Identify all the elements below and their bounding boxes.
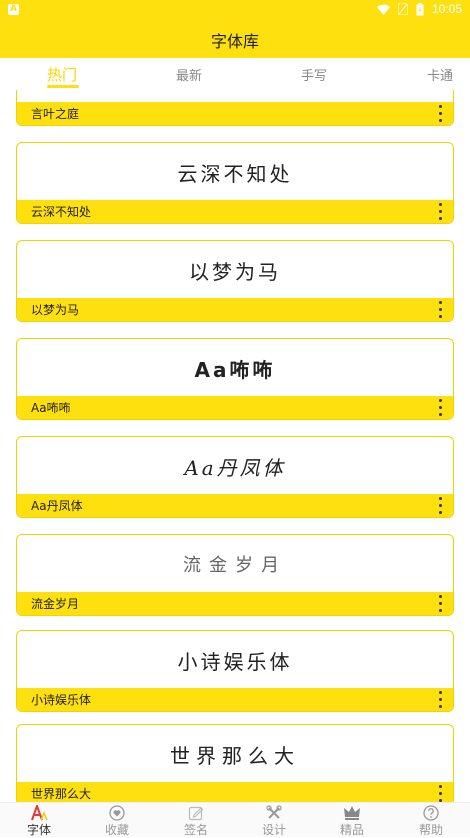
pen-icon [187, 805, 205, 821]
font-name: 云深不知处 [31, 205, 92, 219]
nav-favorites[interactable]: 收藏 [87, 803, 147, 838]
font-card-footer: 世界那么大 [17, 782, 453, 802]
crown-icon [343, 805, 361, 821]
nav-label: 收藏 [104, 823, 129, 837]
help-icon [422, 805, 440, 821]
nav-premium[interactable]: 精品 [322, 803, 382, 838]
tools-icon [265, 805, 283, 821]
tab-latest[interactable]: 最新 [176, 65, 202, 84]
font-card-footer: 云深不知处 [17, 200, 453, 223]
nav-help[interactable]: 帮助 [401, 803, 461, 838]
font-preview: 流金岁月 [183, 555, 287, 576]
more-icon[interactable] [435, 105, 445, 122]
nav-label: 精品 [339, 823, 364, 837]
font-preview: Aa丹凤体 [184, 455, 286, 480]
nav-label: 字体 [26, 823, 51, 837]
font-card[interactable]: 言叶之庭 [16, 90, 454, 126]
font-name: Aa咘咘 [31, 401, 71, 415]
font-card[interactable]: 小诗娱乐体 小诗娱乐体 [16, 630, 454, 712]
font-card[interactable]: Aa咘咘 Aa咘咘 [16, 338, 454, 420]
nav-font[interactable]: 字体 [9, 803, 69, 838]
font-preview: Aa咘咘 [194, 357, 276, 382]
heart-icon [108, 805, 126, 821]
status-icons: 10:05 [376, 2, 462, 16]
font-card-footer: 小诗娱乐体 [17, 688, 453, 711]
clock: 10:05 [431, 2, 462, 16]
more-icon[interactable] [435, 399, 445, 416]
font-list: 言叶之庭 云深不知处 云深不知处 以梦为马 以梦为马 Aa咘咘 Aa咘咘 Aa丹… [0, 90, 470, 802]
font-name: 言叶之庭 [31, 107, 80, 121]
status-bar: A 10:05 [0, 0, 470, 20]
nav-label: 帮助 [418, 823, 443, 837]
font-name: 流金岁月 [31, 597, 80, 611]
more-icon[interactable] [435, 497, 445, 514]
font-card[interactable]: 世界那么大 世界那么大 [16, 724, 454, 802]
notification-icon: A [8, 4, 19, 15]
no-sim-icon [397, 3, 408, 15]
more-icon[interactable] [435, 785, 445, 802]
more-icon[interactable] [435, 595, 445, 612]
category-tabs: 热门 最新 手写 卡通 [0, 58, 470, 90]
font-icon [30, 805, 48, 821]
nav-label: 签名 [183, 823, 208, 837]
tab-hot[interactable]: 热门 [47, 64, 77, 85]
font-card-footer: Aa咘咘 [17, 396, 453, 419]
font-preview: 以梦为马 [189, 259, 281, 284]
font-card-footer: Aa丹凤体 [17, 494, 453, 517]
font-card[interactable]: 以梦为马 以梦为马 [16, 240, 454, 322]
font-name: 小诗娱乐体 [31, 693, 92, 707]
page-title: 字体库 [210, 32, 259, 51]
nav-design[interactable]: 设计 [244, 803, 304, 838]
more-icon[interactable] [435, 301, 445, 318]
nav-label: 设计 [261, 823, 286, 837]
bottom-navigation: 字体 收藏 签名 设计 精品 帮助 [0, 802, 470, 837]
app-header: 字体库 [0, 20, 470, 58]
font-card[interactable]: Aa丹凤体 Aa丹凤体 [16, 436, 454, 518]
more-icon[interactable] [435, 203, 445, 220]
battery-icon [416, 2, 424, 15]
font-preview: 小诗娱乐体 [177, 649, 293, 674]
font-card-footer: 言叶之庭 [17, 102, 453, 125]
font-preview: 世界那么大 [170, 743, 300, 768]
font-name: 以梦为马 [31, 303, 80, 317]
active-tab-indicator [47, 85, 79, 88]
font-name: 世界那么大 [31, 787, 92, 801]
font-card-footer: 流金岁月 [17, 592, 453, 615]
nav-signature[interactable]: 签名 [166, 803, 226, 838]
font-card-footer: 以梦为马 [17, 298, 453, 321]
font-name: Aa丹凤体 [31, 499, 83, 513]
tab-handwriting[interactable]: 手写 [301, 65, 327, 84]
more-icon[interactable] [435, 691, 445, 708]
font-card[interactable]: 云深不知处 云深不知处 [16, 142, 454, 224]
tab-cartoon[interactable]: 卡通 [427, 65, 453, 84]
font-card[interactable]: 流金岁月 流金岁月 [16, 534, 454, 616]
font-preview: 云深不知处 [177, 161, 293, 186]
wifi-icon [376, 4, 390, 15]
